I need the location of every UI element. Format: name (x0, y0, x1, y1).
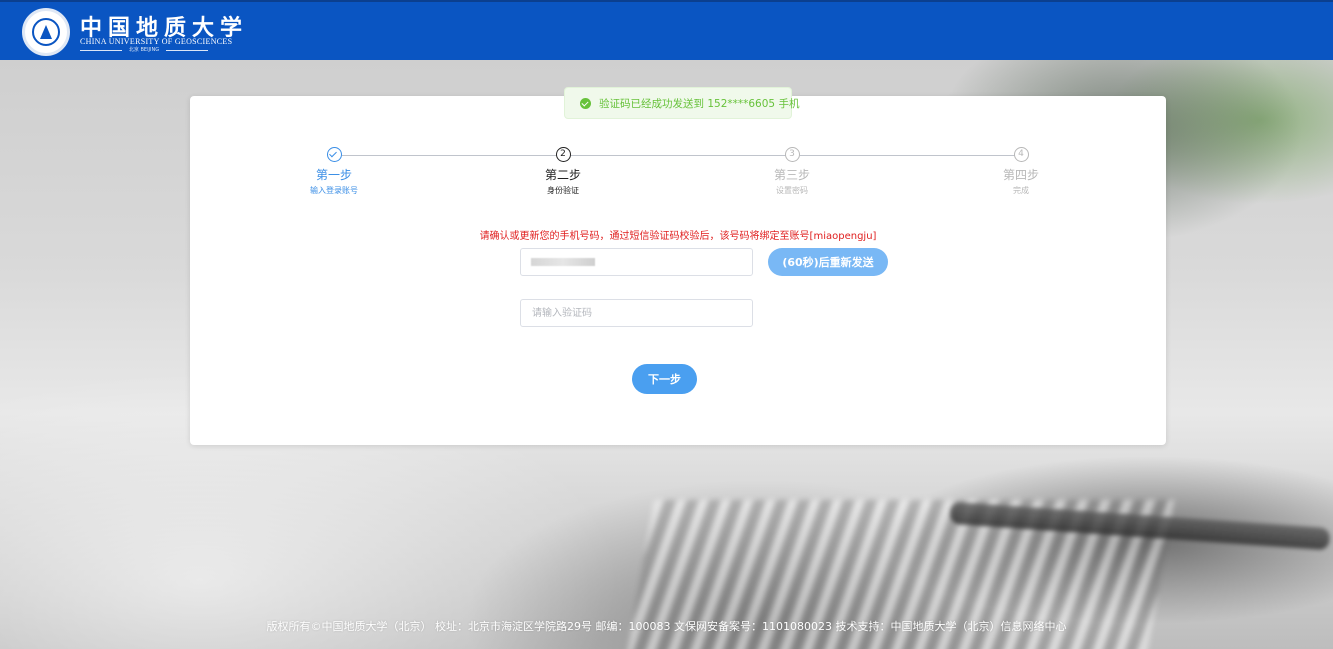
step-1-title: 第一步 (315, 168, 352, 182)
next-step-button[interactable]: 下一步 (632, 364, 697, 394)
step-4-number: 4 (1013, 147, 1029, 162)
verification-code-input[interactable] (520, 299, 753, 327)
step-3-number: 3 (784, 147, 800, 162)
page: 中国地质大学 CHINA UNIVERSITY OF GEOSCIENCES 北… (0, 0, 1333, 649)
phone-number-input[interactable] (520, 248, 753, 276)
step-2-desc: 身份验证 (547, 186, 579, 195)
resend-code-button[interactable]: (60秒)后重新发送 (768, 248, 888, 276)
step-3-desc: 设置密码 (776, 186, 808, 195)
step-2-number: 2 (555, 147, 571, 162)
step-2: 2 第二步 身份验证 (493, 147, 633, 196)
step-1: 第一步 输入登录账号 (264, 147, 404, 196)
step-3: 3 第三步 设置密码 (722, 147, 862, 196)
logo-english-name: CHINA UNIVERSITY OF GEOSCIENCES (80, 37, 233, 46)
step-2-title: 第二步 (544, 168, 581, 182)
success-toast: 验证码已经成功发送到 152****6605 手机 (564, 87, 799, 119)
university-seal-icon (22, 8, 70, 56)
toast-message: 验证码已经成功发送到 152****6605 手机 (599, 97, 800, 110)
success-check-icon (580, 97, 591, 109)
verification-card: 第一步 输入登录账号 2 第二步 身份验证 3 第三步 设置密码 4 第四步 完… (190, 96, 1166, 445)
step-4-desc: 完成 (1013, 186, 1029, 195)
logo-location: 北京 BEIJING (80, 46, 208, 54)
footer-copyright: 版权所有©中国地质大学（北京） 校址：北京市海淀区学院路29号 邮编：10008… (266, 620, 1067, 633)
phone-bind-notice: 请确认或更新您的手机号码，通过短信验证码校验后，该号码将绑定至账号[miaope… (479, 231, 877, 242)
step-4: 4 第四步 完成 (951, 147, 1091, 196)
step-1-check-icon (326, 147, 342, 162)
step-1-desc: 输入登录账号 (310, 186, 358, 195)
header-bar: 中国地质大学 CHINA UNIVERSITY OF GEOSCIENCES 北… (0, 0, 1333, 60)
step-4-title: 第四步 (1002, 168, 1039, 182)
step-3-title: 第三步 (773, 168, 810, 182)
